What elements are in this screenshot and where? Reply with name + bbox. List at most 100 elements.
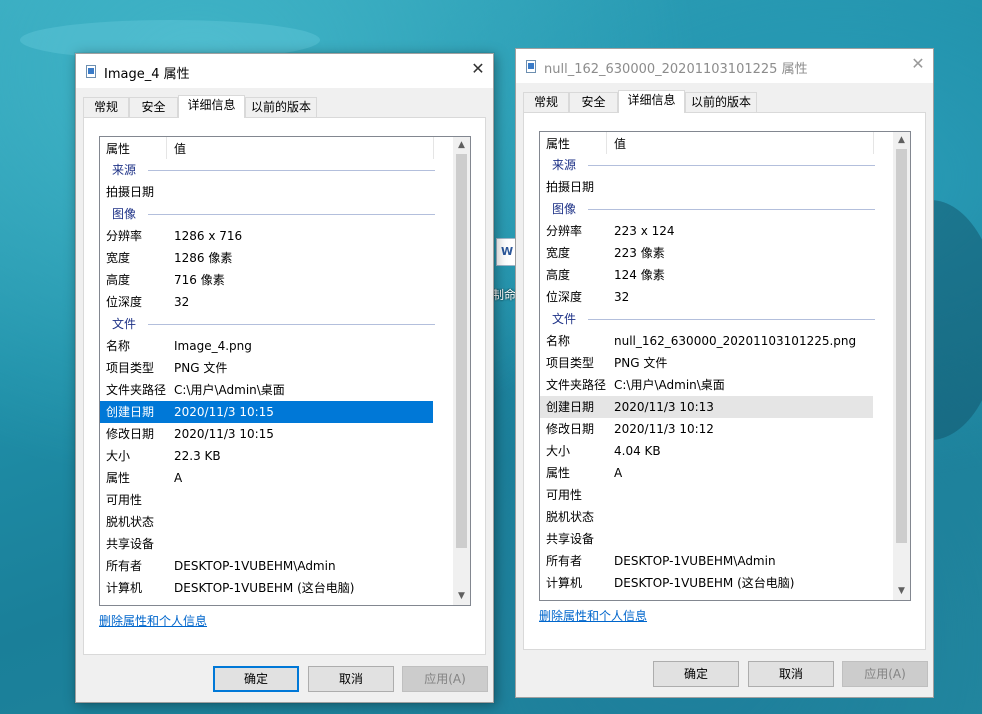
property-row[interactable]: 项目类型 PNG 文件	[540, 352, 873, 374]
property-row[interactable]: 文件夹路径 C:\用户\Admin\桌面	[100, 379, 433, 401]
property-row[interactable]: 计算机 DESKTOP-1VUBEHM (这台电脑)	[540, 572, 873, 594]
column-header: 属性 值	[100, 137, 453, 159]
apply-button[interactable]: 应用(A)	[842, 661, 928, 687]
property-row[interactable]: 可用性	[540, 484, 873, 506]
title-bar[interactable]: Image_4 属性 ✕	[76, 54, 493, 88]
property-row[interactable]: 项目类型 PNG 文件	[100, 357, 433, 379]
tab-previous-versions[interactable]: 以前的版本	[685, 92, 757, 112]
group-header-file[interactable]: 文件	[100, 313, 443, 335]
property-row[interactable]: 宽度 223 像素	[540, 242, 873, 264]
group-divider	[148, 170, 435, 171]
property-row[interactable]: 修改日期 2020/11/3 10:15	[100, 423, 433, 445]
vertical-scrollbar[interactable]: ▲ ▼	[893, 132, 910, 600]
property-row[interactable]: 修改日期 2020/11/3 10:12	[540, 418, 873, 440]
header-divider	[433, 137, 434, 159]
tab-general[interactable]: 常规	[83, 97, 129, 117]
group-label: 来源	[552, 158, 577, 172]
cancel-button[interactable]: 取消	[748, 661, 834, 687]
cancel-button[interactable]: 取消	[308, 666, 394, 692]
properties-list[interactable]: 属性 值来源拍摄日期图像 分辨率 1286 x 716 宽度 1286 像素 高度 716 像…	[99, 136, 471, 606]
property-row[interactable]: 所有者 DESKTOP-1VUBEHM\Admin	[100, 555, 433, 577]
properties-dialog-image4: Image_4 属性 ✕ 常规 安全 详细信息 以前的版本 属性 值来源拍摄日期图…	[75, 53, 494, 703]
header-property[interactable]: 属性	[106, 140, 130, 157]
header-divider	[606, 132, 607, 154]
ok-button[interactable]: 确定	[213, 666, 299, 692]
property-row[interactable]: 名称 Image_4.png	[100, 335, 433, 357]
property-name: 高度	[106, 273, 131, 287]
tab-security[interactable]: 安全	[569, 92, 618, 112]
property-row[interactable]: 名称 null_162_630000_20201103101225.png	[540, 330, 873, 352]
property-row[interactable]: 创建日期 2020/11/3 10:15	[100, 401, 433, 423]
tab-details[interactable]: 详细信息	[618, 90, 685, 113]
details-panel: 属性 值来源拍摄日期 图像 分辨率 223 x 124 宽度 223 像素 高度 124 像素位…	[523, 112, 926, 650]
property-value: DESKTOP-1VUBEHM (这台电脑)	[174, 581, 355, 595]
scroll-down-arrow-icon[interactable]: ▼	[453, 588, 470, 605]
scrollbar-thumb[interactable]	[456, 154, 467, 548]
remove-properties-link[interactable]: 删除属性和个人信息	[99, 612, 207, 629]
vertical-scrollbar[interactable]: ▲ ▼	[453, 137, 470, 605]
remove-properties-link[interactable]: 删除属性和个人信息	[539, 607, 647, 624]
property-row[interactable]: 拍摄日期	[540, 176, 873, 198]
property-value: 2020/11/3 10:13	[614, 400, 714, 414]
property-row[interactable]: 位深度 32	[100, 291, 433, 313]
property-name: 脱机状态	[106, 515, 155, 529]
header-value[interactable]: 值	[174, 140, 186, 157]
property-row[interactable]: 创建日期 2020/11/3 10:13	[540, 396, 873, 418]
property-name: 计算机	[546, 576, 583, 590]
header-value[interactable]: 值	[614, 135, 626, 152]
property-value: 2020/11/3 10:15	[174, 405, 274, 419]
property-row[interactable]: 高度 716 像素	[100, 269, 433, 291]
property-row[interactable]: 高度 124 像素	[540, 264, 873, 286]
property-name: 文件夹路径	[546, 378, 607, 392]
group-divider	[588, 165, 875, 166]
property-name: 宽度	[546, 246, 571, 260]
property-row[interactable]: 大小 22.3 KB	[100, 445, 433, 467]
property-name: 拍摄日期	[106, 185, 155, 199]
group-header-source[interactable]: 来源	[100, 159, 443, 181]
close-button[interactable]: ✕	[903, 49, 933, 79]
title-bar[interactable]: null_162_630000_20201103101225 属性 ✕	[516, 49, 933, 83]
group-header-image[interactable]: 图像	[540, 198, 883, 220]
property-name: 所有者	[106, 559, 143, 573]
properties-dialog-null162: null_162_630000_20201103101225 属性 ✕ 常规 安…	[515, 48, 934, 698]
property-value: 1286 x 716	[174, 229, 243, 243]
property-row[interactable]: 可用性	[100, 489, 433, 511]
close-button[interactable]: ✕	[463, 54, 493, 84]
tab-previous-versions[interactable]: 以前的版本	[245, 97, 317, 117]
property-row[interactable]: 脱机状态	[100, 511, 433, 533]
tab-details[interactable]: 详细信息	[178, 95, 245, 118]
property-row[interactable]: 属性 A	[100, 467, 433, 489]
property-row[interactable]: 共享设备	[540, 528, 873, 550]
group-header-source[interactable]: 来源	[540, 154, 883, 176]
property-name: 宽度	[106, 251, 131, 265]
apply-button[interactable]: 应用(A)	[402, 666, 488, 692]
property-row[interactable]: 所有者 DESKTOP-1VUBEHM\Admin	[540, 550, 873, 572]
property-row[interactable]: 位深度 32	[540, 286, 873, 308]
properties-list[interactable]: 属性 值来源拍摄日期 图像 分辨率 223 x 124 宽度 223 像素 高度 124 像素位…	[539, 131, 911, 601]
header-property[interactable]: 属性	[546, 135, 570, 152]
group-header-image[interactable]: 图像	[100, 203, 443, 225]
property-row[interactable]: 脱机状态	[540, 506, 873, 528]
property-name: 修改日期	[546, 422, 595, 436]
property-row[interactable]: 拍摄日期	[100, 181, 433, 203]
scroll-down-arrow-icon[interactable]: ▼	[893, 583, 910, 600]
tab-security[interactable]: 安全	[129, 97, 178, 117]
property-value: null_162_630000_20201103101225.png	[614, 334, 857, 348]
property-row[interactable]: 属性 A	[540, 462, 873, 484]
property-row[interactable]: 分辨率 1286 x 716	[100, 225, 433, 247]
property-value: 32	[614, 290, 630, 304]
scrollbar-thumb[interactable]	[896, 149, 907, 543]
property-value: 4.04 KB	[614, 444, 661, 458]
property-row[interactable]: 大小 4.04 KB	[540, 440, 873, 462]
property-name: 脱机状态	[546, 510, 595, 524]
ok-button[interactable]: 确定	[653, 661, 739, 687]
group-header-file[interactable]: 文件	[540, 308, 883, 330]
scroll-up-arrow-icon[interactable]: ▲	[893, 132, 910, 149]
property-row[interactable]: 共享设备	[100, 533, 433, 555]
scroll-up-arrow-icon[interactable]: ▲	[453, 137, 470, 154]
property-row[interactable]: 文件夹路径 C:\用户\Admin\桌面	[540, 374, 873, 396]
tab-general[interactable]: 常规	[523, 92, 569, 112]
property-row[interactable]: 分辨率 223 x 124	[540, 220, 873, 242]
property-row[interactable]: 计算机 DESKTOP-1VUBEHM (这台电脑)	[100, 577, 433, 599]
property-row[interactable]: 宽度 1286 像素	[100, 247, 433, 269]
